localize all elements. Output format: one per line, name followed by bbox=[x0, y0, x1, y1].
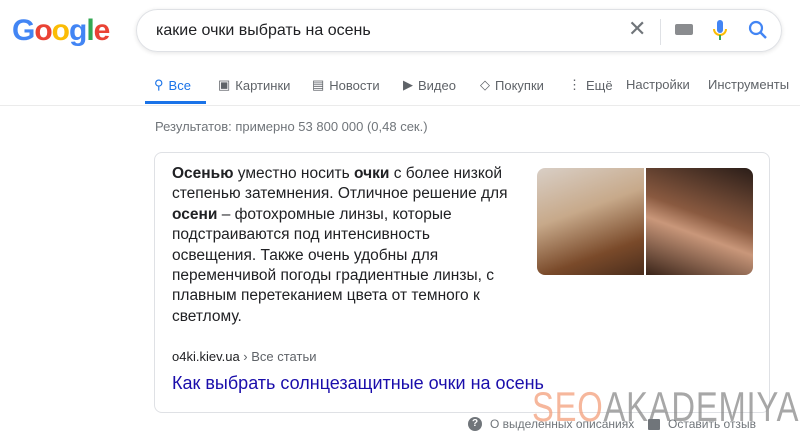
snippet-bold-text: Осенью bbox=[172, 165, 234, 182]
snippet-bold-text: осени bbox=[172, 205, 218, 223]
help-icon: ? bbox=[468, 417, 482, 431]
play-icon: ▶ bbox=[403, 77, 413, 92]
snippet-text: Осенью уместно носить очки с более низко… bbox=[172, 164, 517, 327]
snippet-text-segment: – фотохромные линзы, которые подстраиваю… bbox=[172, 205, 494, 325]
keyboard-icon[interactable] bbox=[675, 24, 693, 35]
search-box[interactable]: какие очки выбрать на осень ✕ bbox=[136, 9, 782, 52]
tab-settings[interactable]: Настройки bbox=[626, 77, 690, 92]
photo-woman-sunglasses-2 bbox=[646, 168, 753, 275]
search-input[interactable]: какие очки выбрать на осень bbox=[156, 22, 371, 40]
tab-all[interactable]: ⚲ Все bbox=[154, 77, 191, 93]
snippet-image[interactable] bbox=[537, 168, 753, 275]
tab-shopping[interactable]: ◇ Покупки bbox=[480, 77, 544, 93]
more-vert-icon: ⋮ bbox=[568, 77, 581, 92]
tab-images[interactable]: ▣ Картинки bbox=[218, 77, 290, 93]
feedback-icon bbox=[648, 418, 660, 430]
active-tab-indicator bbox=[145, 101, 206, 104]
result-stats: Результатов: примерно 53 800 000 (0,48 с… bbox=[155, 119, 428, 134]
search-tabs: ⚲ Все ▣ Картинки ▤ Новости ▶ Видео ◇ Покупки … bbox=[0, 74, 800, 106]
about-snippets-link[interactable]: ? О выделенных описаниях bbox=[468, 417, 634, 431]
tab-news[interactable]: ▤ Новости bbox=[312, 77, 380, 93]
snippet-text-segment: уместно носить bbox=[233, 165, 355, 182]
search-icon[interactable] bbox=[748, 20, 768, 46]
close-icon[interactable]: ✕ bbox=[628, 16, 646, 42]
image-icon: ▣ bbox=[218, 77, 231, 92]
google-logo[interactable]: Google bbox=[12, 14, 110, 48]
news-icon: ▤ bbox=[312, 77, 325, 92]
tab-more[interactable]: ⋮ Ещё bbox=[568, 77, 613, 93]
snippet-bold-text: очки bbox=[354, 165, 390, 182]
feedback-link[interactable]: Оставить отзыв bbox=[648, 417, 756, 431]
search-icon: ⚲ bbox=[154, 77, 164, 92]
tab-video[interactable]: ▶ Видео bbox=[403, 77, 456, 93]
tab-tools[interactable]: Инструменты bbox=[708, 77, 789, 92]
tag-icon: ◇ bbox=[480, 77, 490, 92]
result-title-link[interactable]: Как выбрать солнцезащитные очки на осень bbox=[172, 373, 544, 394]
photo-woman-sunglasses-1 bbox=[537, 168, 644, 275]
featured-snippet: Осенью уместно носить очки с более низко… bbox=[154, 152, 770, 413]
mic-icon[interactable] bbox=[713, 20, 727, 40]
snippet-source: o4ki.kiev.ua › Все статьи bbox=[172, 349, 317, 364]
divider bbox=[660, 19, 661, 45]
